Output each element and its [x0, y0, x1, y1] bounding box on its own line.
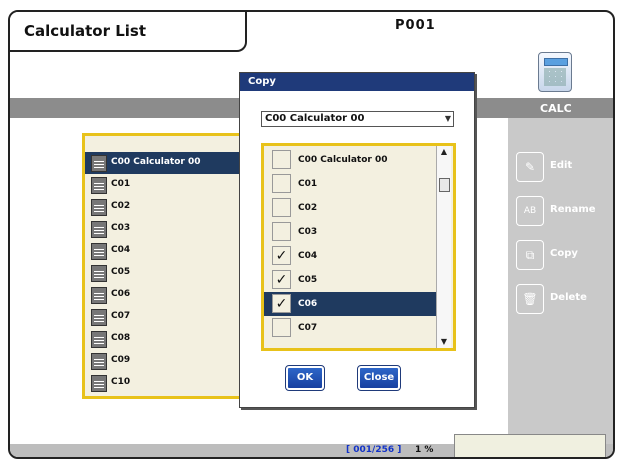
checklist-label: C02: [298, 203, 318, 213]
list-item[interactable]: C07: [85, 306, 245, 328]
list-item[interactable]: C01: [85, 174, 245, 196]
checkbox[interactable]: [272, 150, 291, 169]
percent-readout: 1 %: [415, 445, 434, 455]
list-item-label: C01: [111, 179, 131, 189]
dialog-title-bar: Copy: [240, 73, 474, 91]
list-item-label: C04: [111, 245, 131, 255]
list-item[interactable]: C05: [85, 262, 245, 284]
list-item-label: C00 Calculator 00: [111, 157, 201, 167]
status-bar: [ 001/256 ] 1 %: [10, 434, 613, 457]
rename-action[interactable]: AB Rename: [516, 196, 611, 226]
calculator-doc-icon: [91, 331, 107, 348]
list-item-label: C06: [111, 289, 131, 299]
checklist-row[interactable]: ✓ C04: [264, 244, 436, 268]
copy-icon: ⧉: [516, 240, 544, 270]
list-item[interactable]: C08: [85, 328, 245, 350]
checkbox-checked[interactable]: ✓: [272, 270, 291, 289]
checklist-row[interactable]: ✓ C05: [264, 268, 436, 292]
calculator-icon: [538, 52, 572, 92]
calculator-doc-icon: [91, 309, 107, 326]
edit-label: Edit: [550, 160, 573, 171]
checklist-row[interactable]: ✓ C06: [264, 292, 436, 316]
dialog-title: Copy: [248, 76, 276, 87]
status-box: [454, 434, 606, 457]
calculator-list: C00 Calculator 00 C01 C02 C03 C04 C05 C0…: [82, 133, 248, 399]
checklist-label: C05: [298, 275, 318, 285]
checklist-row[interactable]: C03: [264, 220, 436, 244]
calculator-doc-icon: [91, 243, 107, 260]
checklist-row[interactable]: C01: [264, 172, 436, 196]
trash-icon: 🗑: [516, 284, 544, 314]
list-item-label: C07: [111, 311, 131, 321]
calculator-doc-icon: [91, 221, 107, 238]
calculator-doc-icon: [91, 287, 107, 304]
checklist-label: C00 Calculator 00: [298, 155, 388, 165]
checklist-label: C06: [298, 299, 318, 309]
rename-icon: AB: [516, 196, 544, 226]
list-item-label: C10: [111, 377, 131, 387]
checkbox[interactable]: [272, 174, 291, 193]
page-title: Calculator List: [24, 22, 146, 40]
title-tab: Calculator List: [10, 12, 247, 52]
delete-action[interactable]: 🗑 Delete: [516, 284, 611, 314]
edit-icon: ✎: [516, 152, 544, 182]
calc-label: CALC: [540, 102, 572, 115]
list-item[interactable]: C10: [85, 372, 245, 394]
checkbox-checked[interactable]: ✓: [272, 294, 291, 313]
calculator-doc-icon: [91, 265, 107, 282]
source-select-value: C00 Calculator 00: [265, 113, 365, 124]
edit-action[interactable]: ✎ Edit: [516, 152, 611, 182]
checkbox[interactable]: [272, 198, 291, 217]
scroll-up-icon[interactable]: ▲: [438, 146, 450, 158]
checklist-row[interactable]: C07: [264, 316, 436, 340]
chevron-down-icon: ▼: [444, 114, 451, 123]
checklist-row[interactable]: C02: [264, 196, 436, 220]
checklist-label: C04: [298, 251, 318, 261]
page-code: P001: [395, 18, 436, 33]
list-item-label: C03: [111, 223, 131, 233]
copy-action[interactable]: ⧉ Copy: [516, 240, 611, 270]
checkbox[interactable]: [272, 222, 291, 241]
screen: Calculator List P001 CALC ✎ Edit AB Rena…: [0, 0, 619, 459]
calculator-doc-icon: [91, 353, 107, 370]
list-item[interactable]: C06: [85, 284, 245, 306]
list-item[interactable]: C04: [85, 240, 245, 262]
source-select[interactable]: C00 Calculator 00 ▼: [261, 111, 454, 127]
list-item[interactable]: C00 Calculator 00: [85, 152, 245, 174]
checkbox-checked[interactable]: ✓: [272, 246, 291, 265]
list-item-label: C05: [111, 267, 131, 277]
checkbox[interactable]: [272, 318, 291, 337]
delete-label: Delete: [550, 292, 587, 303]
list-item-label: C09: [111, 355, 131, 365]
copy-dialog: Copy C00 Calculator 00 ▼ C00 Calculator …: [239, 72, 475, 408]
scroll-down-icon[interactable]: ▼: [438, 336, 450, 348]
calculator-doc-icon: [91, 199, 107, 216]
calculator-doc-icon: [91, 177, 107, 194]
list-item-label: C08: [111, 333, 131, 343]
target-checklist: C00 Calculator 00 C01 C02 C03 ✓ C04 ✓ C0…: [261, 143, 456, 351]
action-panel: ✎ Edit AB Rename ⧉ Copy 🗑 Delete: [508, 118, 613, 450]
checklist-label: C01: [298, 179, 318, 189]
list-item-label: C02: [111, 201, 131, 211]
list-item[interactable]: C02: [85, 196, 245, 218]
calculator-doc-icon: [91, 375, 107, 392]
record-counter: [ 001/256 ]: [346, 445, 402, 455]
ok-button[interactable]: OK: [285, 365, 325, 391]
close-button[interactable]: Close: [357, 365, 401, 391]
scroll-thumb[interactable]: [439, 178, 450, 192]
checklist-scrollbar[interactable]: ▲ ▼: [436, 146, 451, 348]
checklist-row[interactable]: C00 Calculator 00: [264, 148, 436, 172]
copy-label: Copy: [550, 248, 578, 259]
checklist-label: C03: [298, 227, 318, 237]
list-item[interactable]: C09: [85, 350, 245, 372]
rename-label: Rename: [550, 204, 596, 215]
calculator-doc-icon: [91, 155, 107, 172]
list-item[interactable]: C03: [85, 218, 245, 240]
checklist-label: C07: [298, 323, 318, 333]
